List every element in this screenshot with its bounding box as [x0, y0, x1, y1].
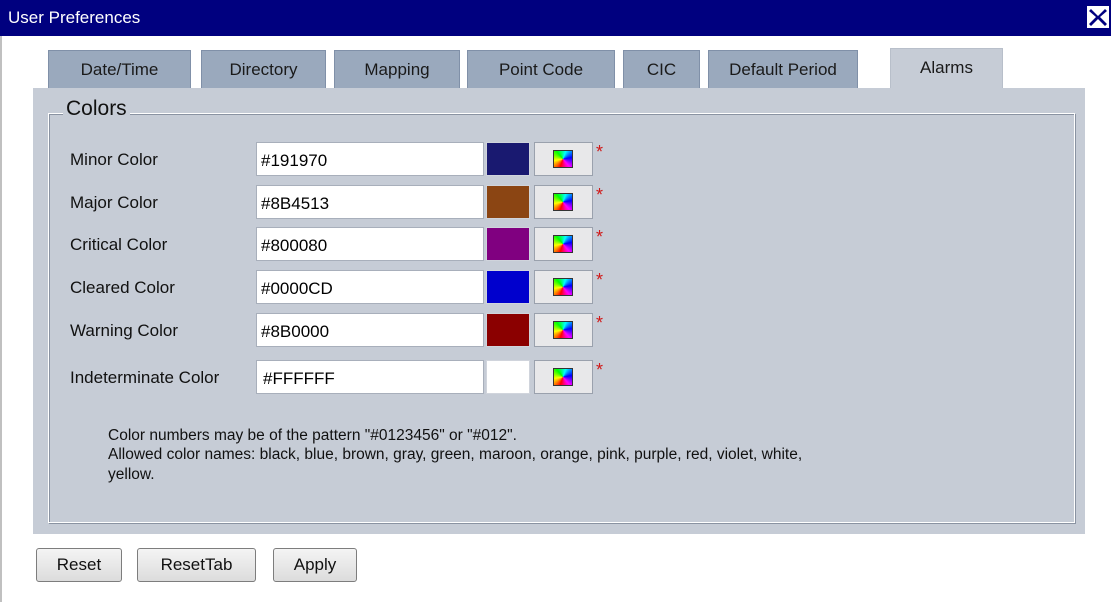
- required-marker: *: [596, 185, 604, 205]
- color-picker-icon: [553, 235, 573, 253]
- critical-color-picker-button[interactable]: [534, 227, 593, 261]
- warning-color-input[interactable]: #8B0000: [256, 313, 484, 347]
- major-color-label: Major Color: [70, 193, 158, 212]
- minor-color-picker-button[interactable]: [534, 142, 593, 176]
- close-icon[interactable]: [1087, 6, 1109, 28]
- color-picker-icon: [553, 193, 573, 211]
- tab-point-code[interactable]: Point Code: [467, 50, 615, 88]
- colors-legend: Colors: [63, 97, 130, 121]
- window-left-border: [0, 36, 2, 602]
- tab-directory[interactable]: Directory: [201, 50, 326, 88]
- required-marker: *: [596, 360, 604, 380]
- tab-cic[interactable]: CIC: [623, 50, 700, 88]
- cleared-color-picker-button[interactable]: [534, 270, 593, 304]
- window-title: User Preferences: [8, 8, 141, 27]
- tab-date-time[interactable]: Date/Time: [48, 50, 191, 88]
- cleared-color-swatch: [486, 270, 530, 304]
- tab-mapping[interactable]: Mapping: [334, 50, 460, 88]
- allowed-names-help-continued: yellow.: [108, 466, 155, 483]
- warning-color-label: Warning Color: [70, 321, 179, 340]
- major-color-swatch: [486, 185, 530, 219]
- reset-button[interactable]: Reset: [36, 548, 122, 582]
- critical-color-label: Critical Color: [70, 235, 168, 254]
- required-marker: *: [596, 227, 604, 247]
- color-picker-icon: [553, 368, 573, 386]
- indeterminate-color-input[interactable]: #FFFFFF: [256, 360, 484, 394]
- color-picker-icon: [553, 278, 573, 296]
- required-marker: *: [596, 142, 604, 162]
- indeterminate-color-swatch: [486, 360, 530, 394]
- cleared-color-input[interactable]: #0000CD: [256, 270, 484, 304]
- title-bar: User Preferences: [0, 0, 1111, 36]
- color-pattern-help: Color numbers may be of the pattern "#01…: [108, 427, 517, 444]
- warning-color-swatch: [486, 313, 530, 347]
- color-picker-icon: [553, 321, 573, 339]
- indeterminate-color-picker-button[interactable]: [534, 360, 593, 394]
- minor-color-label: Minor Color: [70, 150, 158, 169]
- color-picker-icon: [553, 150, 573, 168]
- apply-button[interactable]: Apply: [273, 548, 357, 582]
- critical-color-swatch: [486, 227, 530, 261]
- minor-color-swatch: [486, 142, 530, 176]
- tab-default-period[interactable]: Default Period: [708, 50, 858, 88]
- indeterminate-color-label: Indeterminate Color: [70, 368, 220, 387]
- tab-alarms[interactable]: Alarms: [890, 48, 1003, 88]
- minor-color-input[interactable]: #191970: [256, 142, 484, 176]
- required-marker: *: [596, 270, 604, 290]
- major-color-input[interactable]: #8B4513: [256, 185, 484, 219]
- warning-color-picker-button[interactable]: [534, 313, 593, 347]
- major-color-picker-button[interactable]: [534, 185, 593, 219]
- required-marker: *: [596, 313, 604, 333]
- allowed-names-help: Allowed color names: black, blue, brown,…: [108, 446, 803, 463]
- reset-tab-button[interactable]: ResetTab: [137, 548, 256, 582]
- critical-color-input[interactable]: #800080: [256, 227, 484, 261]
- cleared-color-label: Cleared Color: [70, 278, 175, 297]
